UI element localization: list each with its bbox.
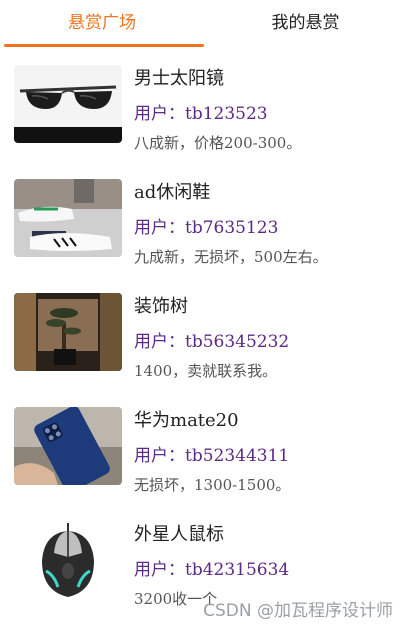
item-user: 用户：tb42315634 xyxy=(134,560,290,580)
tab-my-rewards[interactable]: 我的悬赏 xyxy=(204,0,407,46)
item-image-decorative-tree xyxy=(14,293,122,371)
tab-bar: 悬赏广场 我的悬赏 xyxy=(0,0,407,48)
item-description: 1400，卖就联系我。 xyxy=(134,362,278,380)
item-title: 外星人鼠标 xyxy=(134,524,224,545)
item-user: 用户：tb52344311 xyxy=(134,446,290,466)
item-user: 用户：tb123523 xyxy=(134,104,268,124)
active-tab-indicator xyxy=(4,44,204,47)
item-image-sunglasses xyxy=(14,65,122,143)
item-title: 华为mate20 xyxy=(134,410,239,431)
csdn-watermark: CSDN @加瓦程序设计师 xyxy=(203,601,393,621)
tab-reward-square[interactable]: 悬赏广场 xyxy=(0,0,204,46)
list-item[interactable]: 装饰树 用户：tb56345232 1400，卖就联系我。 xyxy=(0,276,407,390)
item-description: 无损坏，1300-1500。 xyxy=(134,476,291,494)
item-image-gaming-mouse xyxy=(14,521,122,599)
item-description: 九成新，无损坏，500左右。 xyxy=(134,248,328,266)
item-description: 八成新，价格200-300。 xyxy=(134,134,302,152)
item-user: 用户：tb7635123 xyxy=(134,218,279,238)
list-item[interactable]: ad休闲鞋 用户：tb7635123 九成新，无损坏，500左右。 xyxy=(0,162,407,276)
list-item[interactable]: 男士太阳镜 用户：tb123523 八成新，价格200-300。 xyxy=(0,48,407,162)
list-item[interactable]: 华为mate20 用户：tb52344311 无损坏，1300-1500。 xyxy=(0,390,407,504)
item-user: 用户：tb56345232 xyxy=(134,332,290,352)
item-title: 男士太阳镜 xyxy=(134,68,224,89)
item-image-sneakers xyxy=(14,179,122,257)
item-image-smartphone xyxy=(14,407,122,485)
item-title: ad休闲鞋 xyxy=(134,182,211,203)
item-title: 装饰树 xyxy=(134,296,188,317)
